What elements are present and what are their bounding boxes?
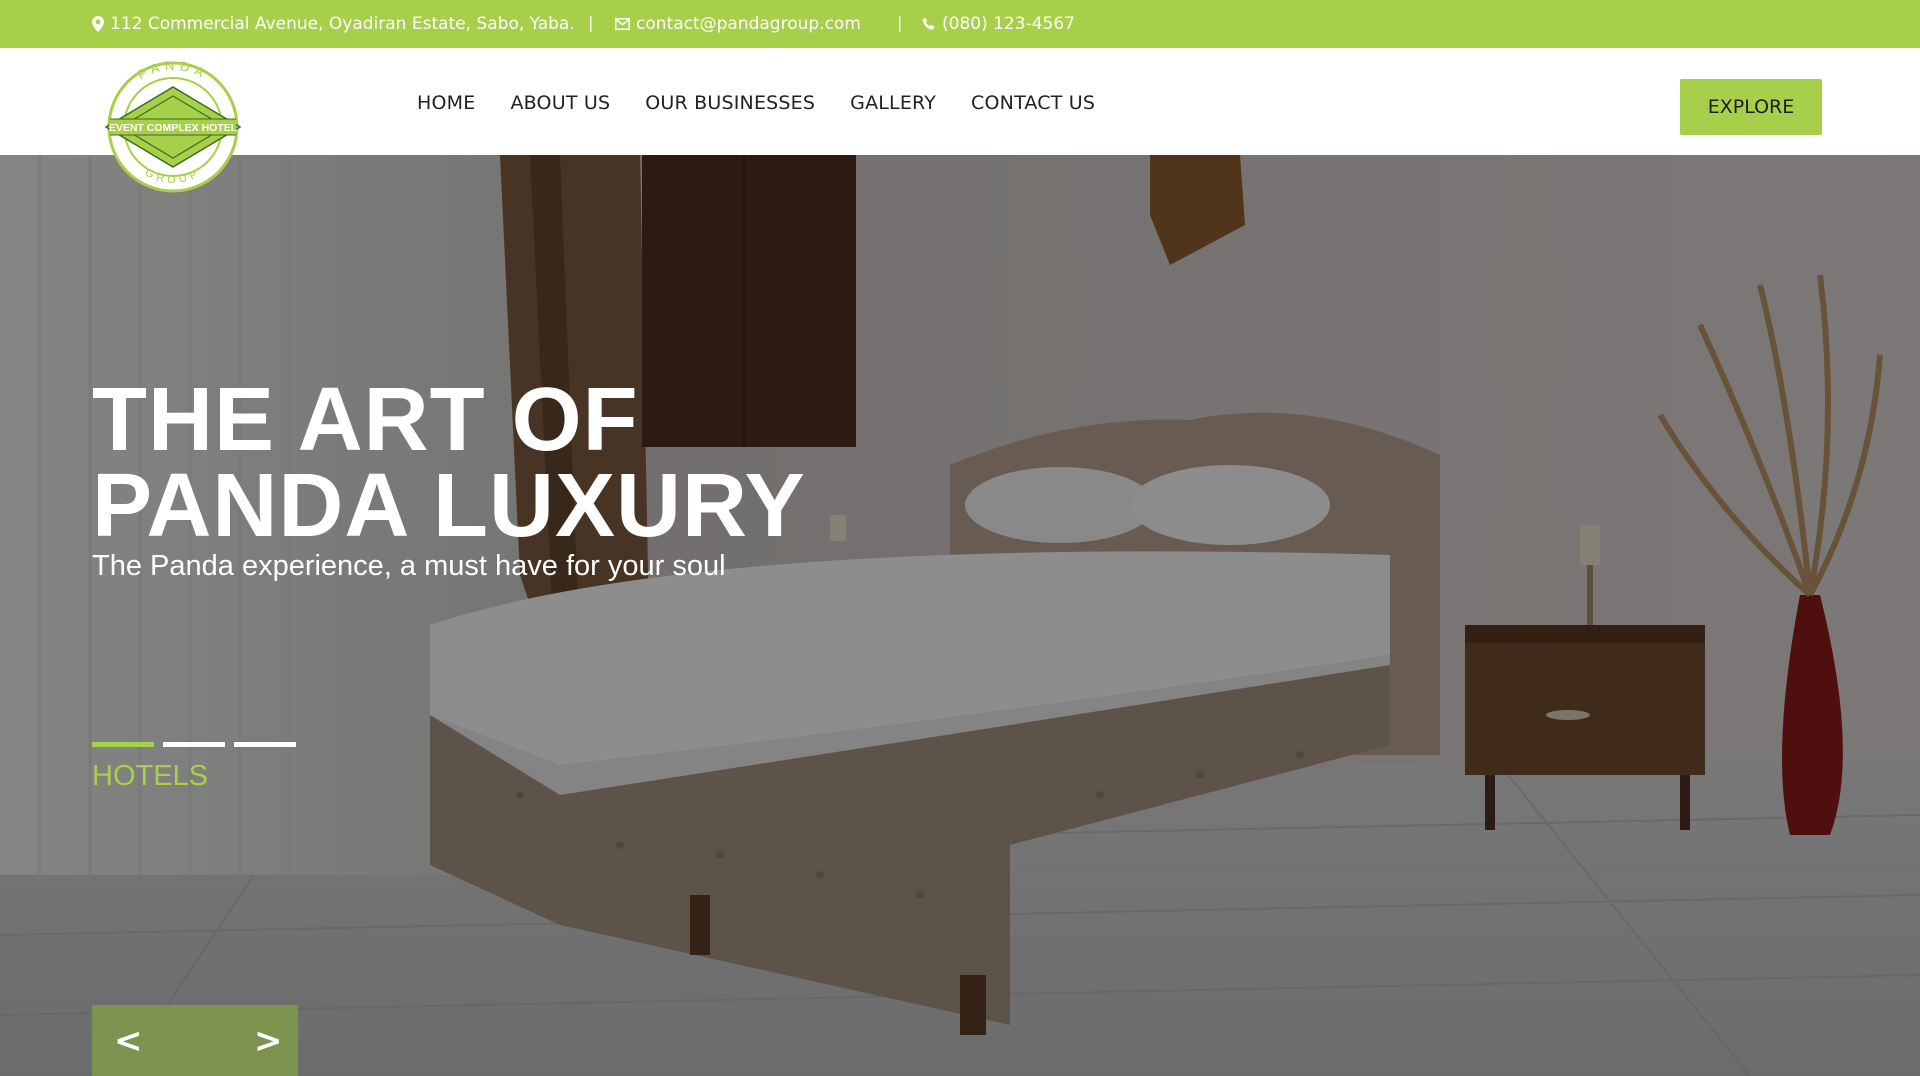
phone-icon — [922, 17, 935, 30]
email-text: contact@pandagroup.com — [636, 14, 861, 34]
slide-indicator-1[interactable] — [92, 742, 154, 747]
address: 112 Commercial Avenue, Oyadiran Estate, … — [92, 13, 575, 35]
explore-button[interactable]: EXPLORE — [1680, 79, 1822, 135]
email-link[interactable]: contact@pandagroup.com — [615, 13, 861, 35]
slide-indicators — [92, 742, 305, 747]
panda-group-logo: EVENT COMPLEX HOTEL PANDA GROUP — [104, 58, 242, 193]
slide-category-label: HOTELS — [92, 760, 209, 792]
main-nav: HOME ABOUT US OUR BUSINESSES GALLERY CON… — [417, 88, 1130, 118]
phone-link[interactable]: (080) 123-4567 — [922, 13, 1075, 35]
nav-our-businesses[interactable]: OUR BUSINESSES — [645, 92, 815, 114]
nav-contact-us[interactable]: CONTACT US — [971, 92, 1095, 114]
separator: | — [588, 13, 594, 32]
address-text: 112 Commercial Avenue, Oyadiran Estate, … — [110, 14, 575, 34]
nav-gallery[interactable]: GALLERY — [850, 92, 936, 114]
map-pin-icon — [92, 16, 104, 32]
slider-arrows: < > — [92, 1005, 298, 1076]
phone-text: (080) 123-4567 — [942, 14, 1075, 34]
hero-title: THE ART OF PANDA LUXURY — [92, 370, 892, 556]
next-arrow-icon[interactable]: > — [254, 1021, 283, 1061]
nav-home[interactable]: HOME — [417, 92, 475, 114]
top-contact-bar: 112 Commercial Avenue, Oyadiran Estate, … — [0, 0, 1920, 48]
nav-about-us[interactable]: ABOUT US — [510, 92, 610, 114]
prev-arrow-icon[interactable]: < — [114, 1021, 143, 1061]
mail-icon — [615, 18, 630, 30]
slide-indicator-3[interactable] — [234, 742, 296, 747]
separator: | — [897, 13, 903, 32]
slide-indicator-2[interactable] — [163, 742, 225, 747]
logo-band-text: EVENT COMPLEX HOTEL — [109, 122, 238, 134]
hero-background-image — [0, 155, 1920, 1076]
hero-slider: THE ART OF PANDA LUXURY The Panda experi… — [0, 155, 1920, 1076]
hero-title-line-2: PANDA LUXURY — [92, 456, 806, 556]
hero-subtitle: The Panda experience, a must have for yo… — [92, 550, 726, 582]
logo[interactable]: EVENT COMPLEX HOTEL PANDA GROUP — [92, 58, 254, 194]
hero-title-line-1: THE ART OF — [92, 370, 639, 470]
